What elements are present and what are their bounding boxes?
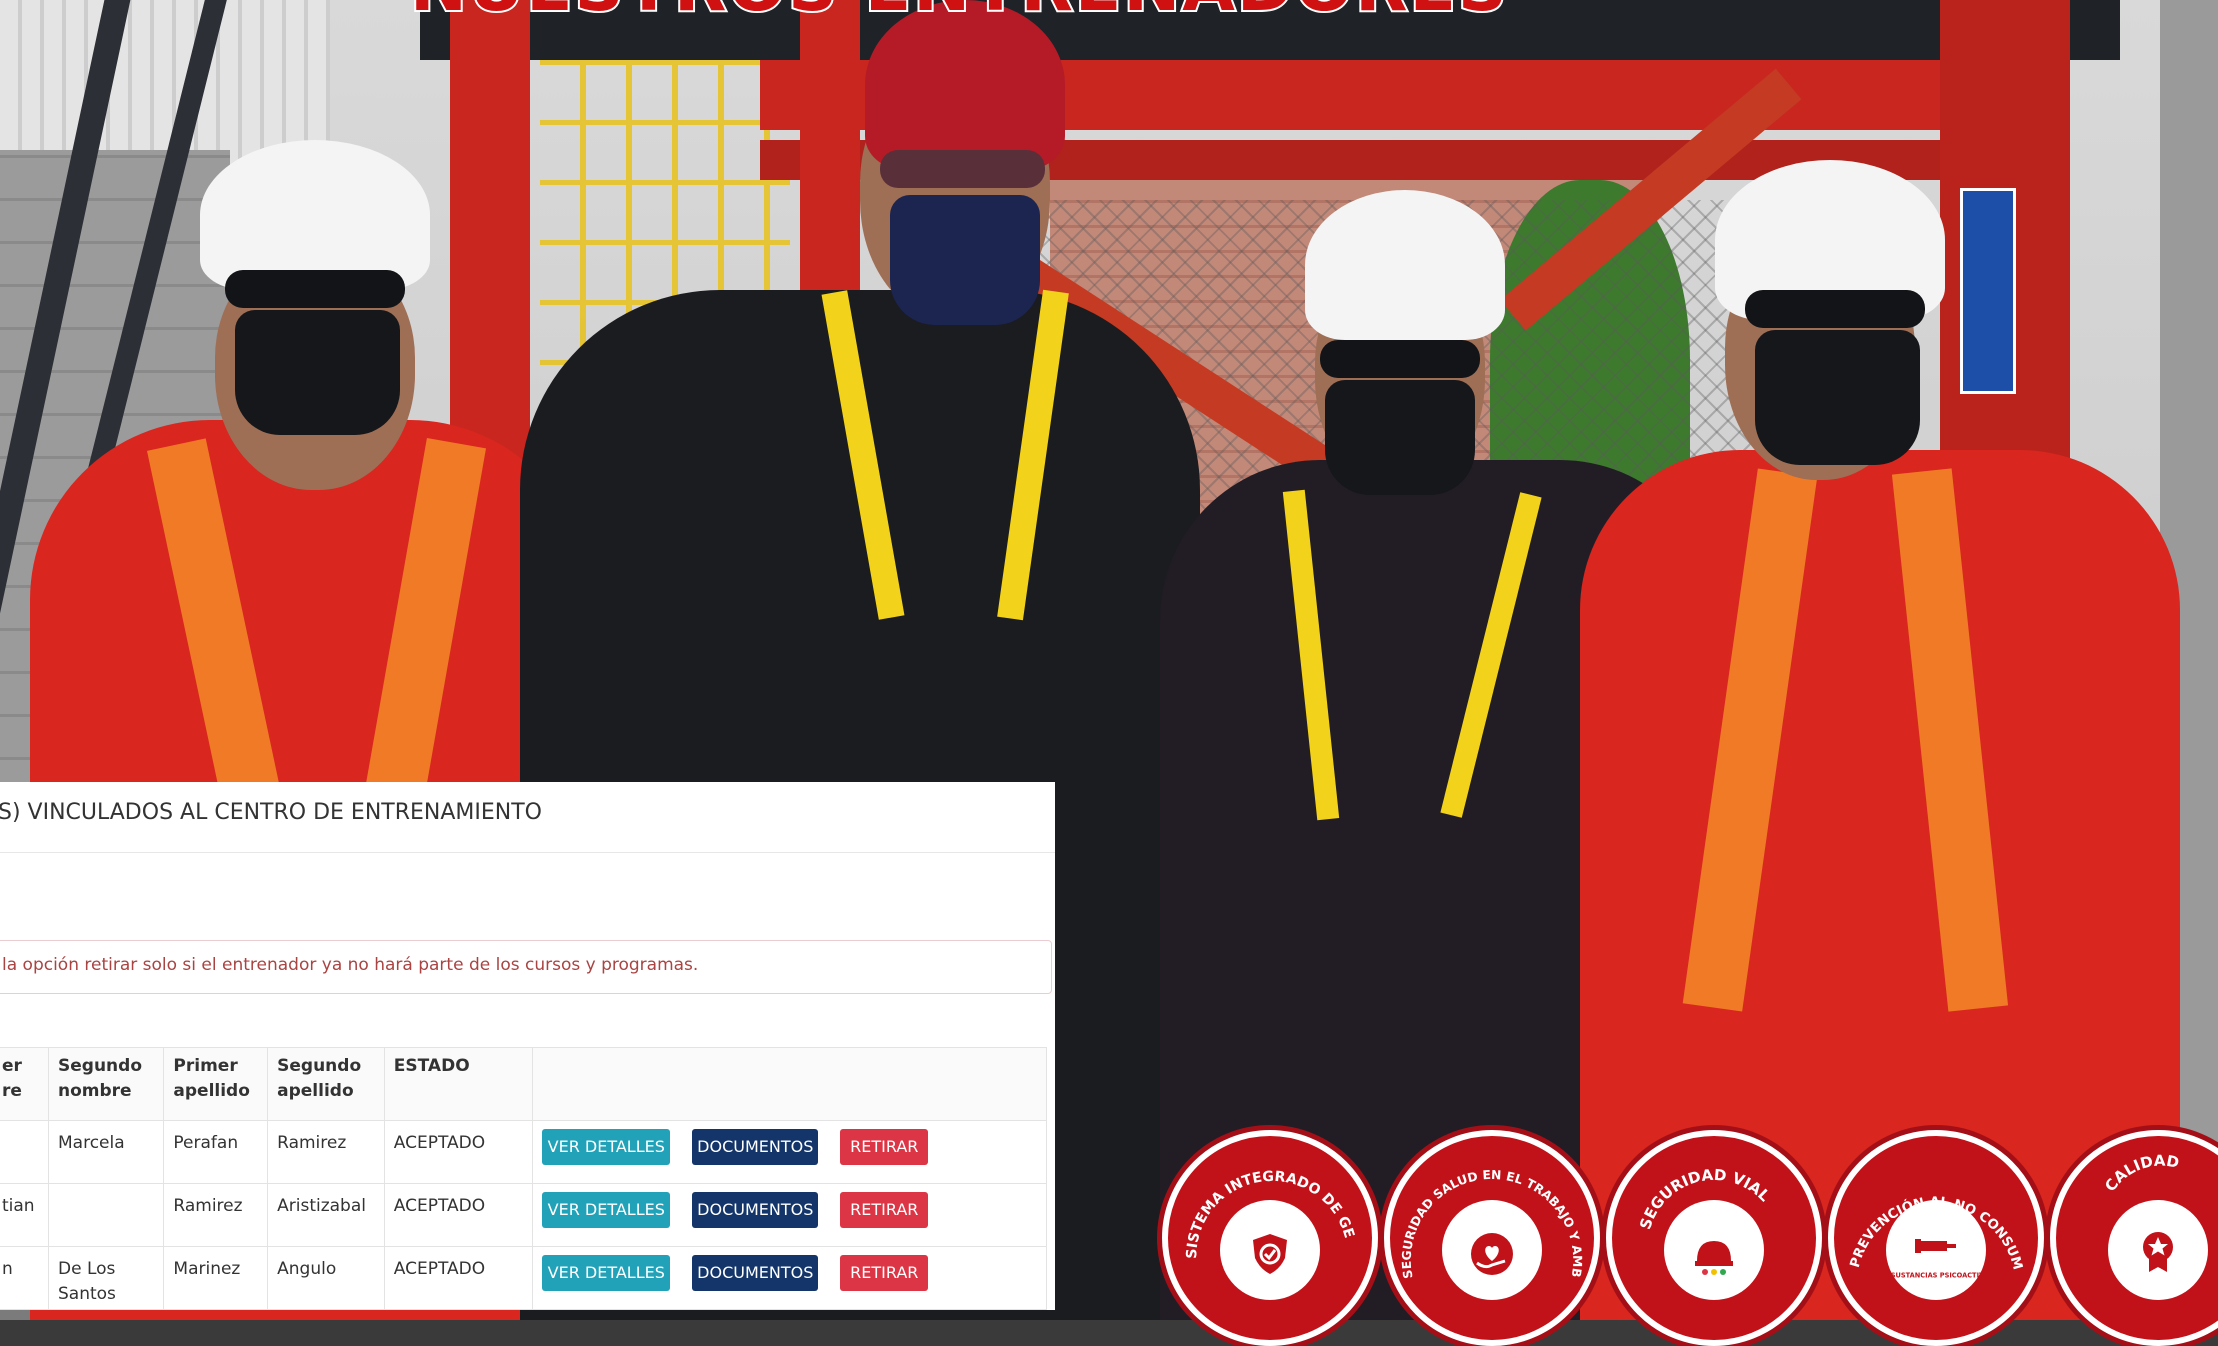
ribbon-star-icon (2143, 1232, 2173, 1273)
hard-hat-traffic-light-icon (1695, 1241, 1733, 1276)
svg-text:DE SUSTANCIAS PSICOACTIVAS: DE SUSTANCIAS PSICOACTIVAS (1878, 1272, 1993, 1280)
withdraw-button[interactable]: RETIRAR (840, 1129, 929, 1165)
view-details-button[interactable]: VER DETALLES (542, 1129, 671, 1165)
documents-button[interactable]: DOCUMENTOS (692, 1192, 819, 1228)
table-row: Marcela Perafan Ramirez ACEPTADO VER DET… (0, 1120, 1047, 1184)
svg-text:CALIDAD: CALIDAD (2101, 1152, 2180, 1195)
withdraw-alert: la opción retirar solo si el entrenador … (0, 940, 1052, 994)
cell-first-name: tian (0, 1183, 49, 1247)
view-details-button[interactable]: VER DETALLES (542, 1192, 671, 1228)
cell-status: ACEPTADO (383, 1183, 534, 1247)
panel-title: S) VINCULADOS AL CENTRO DE ENTRENAMIENTO (0, 800, 542, 825)
hand-heart-icon (1471, 1233, 1513, 1276)
trainers-panel: S) VINCULADOS AL CENTRO DE ENTRENAMIENTO… (0, 782, 1055, 1310)
column-header-actions (532, 1047, 1047, 1121)
badge-sublabel: DE SUSTANCIAS PSICOACTIVAS (1878, 1272, 1993, 1280)
cell-second-name: De Los Santos (47, 1246, 165, 1310)
table-row: tian Ramirez Aristizabal ACEPTADO VER DE… (0, 1183, 1047, 1247)
table-row: n De Los Santos Marinez Angulo ACEPTADO … (0, 1246, 1047, 1310)
trainers-table: er re Segundo nombre Primer apellido Segund… (0, 1047, 1047, 1310)
alert-text: la opción retirar solo si el entrenador … (2, 955, 699, 975)
column-header: Segundo apellido (267, 1047, 385, 1121)
cell-first-surname: Marinez (163, 1246, 269, 1310)
badge-seguridad-salud-trabajo-ambiente: SEGURIDAD SALUD EN EL TRABAJO Y AMBIENTE (1384, 1130, 1600, 1346)
badge-sistema-integrado-gestion: SISTEMA INTEGRADO DE GESTIÓN (1162, 1130, 1378, 1346)
cell-first-surname: Perafan (163, 1120, 269, 1184)
cell-actions: VER DETALLES DOCUMENTOS RETIRAR (532, 1183, 1047, 1247)
documents-button[interactable]: DOCUMENTOS (692, 1129, 819, 1165)
page-heading: NUESTROS ENTRENADORES (408, 0, 1509, 29)
column-header: ESTADO (383, 1047, 534, 1121)
cell-actions: VER DETALLES DOCUMENTOS RETIRAR (532, 1120, 1047, 1184)
cell-status: ACEPTADO (383, 1246, 534, 1310)
documents-button[interactable]: DOCUMENTOS (692, 1255, 819, 1291)
badge-prevencion-no-consumo: PREVENCIÓN AL NO CONSUMO DE SUSTANCIAS P… (1828, 1130, 2044, 1346)
withdraw-button[interactable]: RETIRAR (840, 1192, 929, 1228)
column-header: Primer apellido (163, 1047, 269, 1121)
cell-actions: VER DETALLES DOCUMENTOS RETIRAR (532, 1246, 1047, 1310)
view-details-button[interactable]: VER DETALLES (542, 1255, 671, 1291)
cell-second-name: Marcela (47, 1120, 165, 1184)
shield-check-icon (1253, 1234, 1287, 1275)
cell-first-name: n (0, 1246, 49, 1310)
cell-second-surname: Ramirez (267, 1120, 385, 1184)
cell-second-name (47, 1183, 165, 1247)
badge-seguridad-vial: SEGURIDAD VIAL (1606, 1130, 1822, 1346)
badge-calidad: CALIDAD (2050, 1130, 2218, 1346)
cell-first-name (0, 1120, 49, 1184)
column-header: er re (0, 1047, 49, 1121)
cell-first-surname: Ramirez (163, 1183, 269, 1247)
table-header-row: er re Segundo nombre Primer apellido Segund… (0, 1047, 1047, 1121)
withdraw-button[interactable]: RETIRAR (840, 1255, 929, 1291)
cell-status: ACEPTADO (383, 1120, 534, 1184)
panel-header: S) VINCULADOS AL CENTRO DE ENTRENAMIENTO (0, 782, 1055, 853)
cell-second-surname: Angulo (267, 1246, 385, 1310)
column-header: Segundo nombre (47, 1047, 165, 1121)
cell-second-surname: Aristizabal (267, 1183, 385, 1247)
